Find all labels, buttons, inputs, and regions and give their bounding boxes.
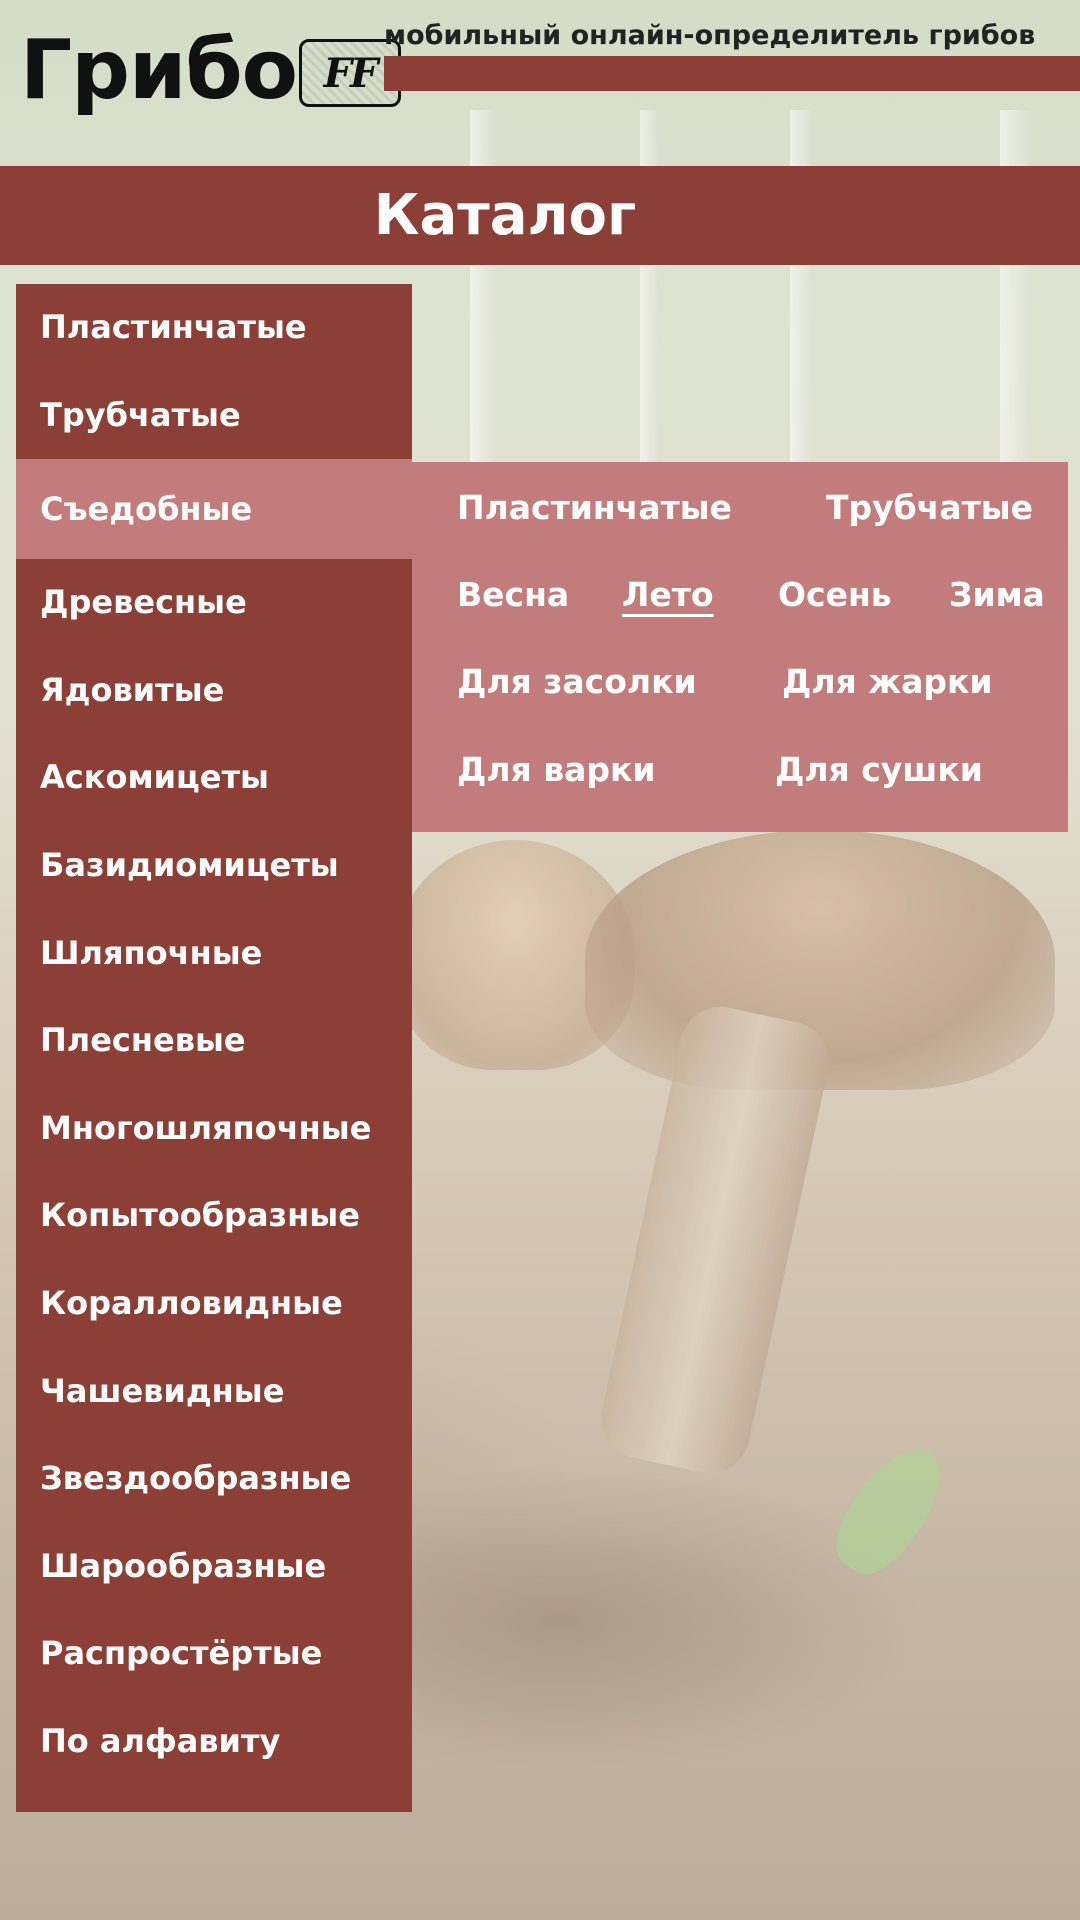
submenu-for-boiling[interactable]: Для варки <box>457 750 656 789</box>
menu-item-multi-capped[interactable]: Многошляпочные <box>16 1085 412 1173</box>
submenu-for-drying[interactable]: Для сушки <box>775 750 983 789</box>
menu-item-poisonous[interactable]: Ядовитые <box>16 647 412 735</box>
menu-item-edible[interactable]: Съедобные <box>16 459 412 560</box>
menu-item-cup[interactable]: Чашевидные <box>16 1348 412 1436</box>
catalog-menu: Пластинчатые Трубчатые Съедобные Древесн… <box>16 284 412 1812</box>
submenu-for-pickling[interactable]: Для засолки <box>457 662 697 701</box>
menu-item-wood[interactable]: Древесные <box>16 559 412 647</box>
submenu-tubular[interactable]: Трубчатые <box>826 488 1033 527</box>
menu-item-spherical[interactable]: Шарообразные <box>16 1523 412 1611</box>
submenu-for-frying[interactable]: Для жарки <box>782 662 993 701</box>
app-tagline: мобильный онлайн-определитель грибов <box>384 20 1036 51</box>
edible-submenu: Пластинчатые Трубчатые Весна Лето Осень … <box>412 462 1068 832</box>
page-title: Каталог <box>373 183 637 248</box>
logo-text: Грибо <box>20 22 298 118</box>
menu-item-alphabetical[interactable]: По алфавиту <box>16 1698 412 1786</box>
menu-item-resupinate[interactable]: Распростёртые <box>16 1610 412 1698</box>
title-band: Каталог <box>0 166 1080 265</box>
submenu-lamellar[interactable]: Пластинчатые <box>457 488 732 527</box>
submenu-summer[interactable]: Лето <box>622 575 714 614</box>
menu-item-star[interactable]: Звездообразные <box>16 1435 412 1523</box>
menu-item-tubular[interactable]: Трубчатые <box>16 372 412 460</box>
menu-item-capped[interactable]: Шляпочные <box>16 910 412 998</box>
menu-item-molds[interactable]: Плесневые <box>16 997 412 1085</box>
menu-item-lamellar[interactable]: Пластинчатые <box>16 284 412 372</box>
tagline-bar <box>384 56 1080 91</box>
menu-item-coral[interactable]: Коралловидные <box>16 1260 412 1348</box>
menu-item-hoof-shaped[interactable]: Копытообразные <box>16 1172 412 1260</box>
menu-item-ascomycetes[interactable]: Аскомицеты <box>16 734 412 822</box>
submenu-spring[interactable]: Весна <box>457 575 569 614</box>
menu-item-basidiomycetes[interactable]: Базидиомицеты <box>16 822 412 910</box>
submenu-winter[interactable]: Зима <box>949 575 1045 614</box>
app-logo[interactable]: Грибо FF <box>20 20 401 120</box>
submenu-autumn[interactable]: Осень <box>778 575 892 614</box>
